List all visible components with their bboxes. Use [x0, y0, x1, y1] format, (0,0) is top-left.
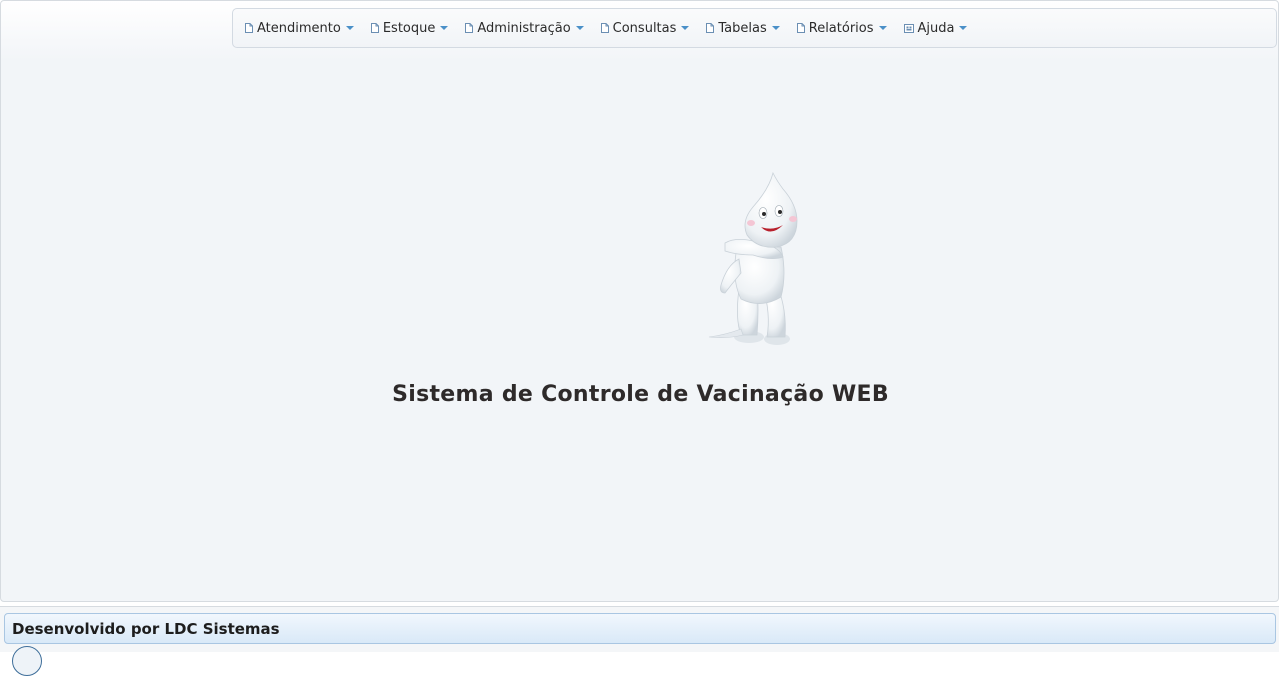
page-title: Sistema de Controle de Vacinação WEB — [392, 382, 889, 407]
caret-down-icon — [878, 26, 887, 30]
menu-label: Relatórios — [808, 20, 874, 36]
menu-tabelas[interactable]: Tabelas — [706, 16, 780, 40]
menu-label: Consultas — [612, 20, 677, 36]
menu-ajuda[interactable]: Ajuda — [903, 16, 968, 40]
menu-label: Estoque — [382, 20, 436, 36]
caret-down-icon — [575, 26, 584, 30]
caret-down-icon — [771, 26, 780, 30]
help-grid-icon — [903, 23, 914, 33]
document-icon — [796, 23, 805, 33]
caret-down-icon — [681, 26, 690, 30]
footer-credit-bar: Desenvolvido por LDC Sistemas — [4, 613, 1276, 644]
caret-down-icon — [959, 26, 968, 30]
document-icon — [706, 23, 715, 33]
document-icon — [245, 23, 253, 33]
menu-label: Atendimento — [257, 20, 341, 36]
menu-label: Ajuda — [917, 20, 955, 36]
footer-credit-text: Desenvolvido por LDC Sistemas — [12, 619, 280, 638]
menu-consultas[interactable]: Consultas — [600, 16, 690, 40]
menu-label: Administração — [477, 20, 571, 36]
caret-down-icon — [440, 26, 449, 30]
menu-label: Tabelas — [718, 20, 767, 36]
menu-estoque[interactable]: Estoque — [370, 16, 449, 40]
menu-atendimento[interactable]: Atendimento — [245, 16, 354, 40]
caret-down-icon — [345, 26, 354, 30]
main-panel: Atendimento Estoque Administração Consul… — [0, 0, 1279, 602]
vaccine-drop-mascot — [708, 171, 798, 345]
document-icon — [370, 23, 379, 33]
footer: Desenvolvido por LDC Sistemas — [0, 606, 1279, 652]
document-icon — [600, 23, 609, 33]
menu-administracao[interactable]: Administração — [465, 16, 584, 40]
menu-relatorios[interactable]: Relatórios — [796, 16, 887, 40]
document-icon — [465, 23, 474, 33]
main-menubar: Atendimento Estoque Administração Consul… — [232, 8, 1277, 48]
footer-logo-icon — [12, 646, 42, 676]
